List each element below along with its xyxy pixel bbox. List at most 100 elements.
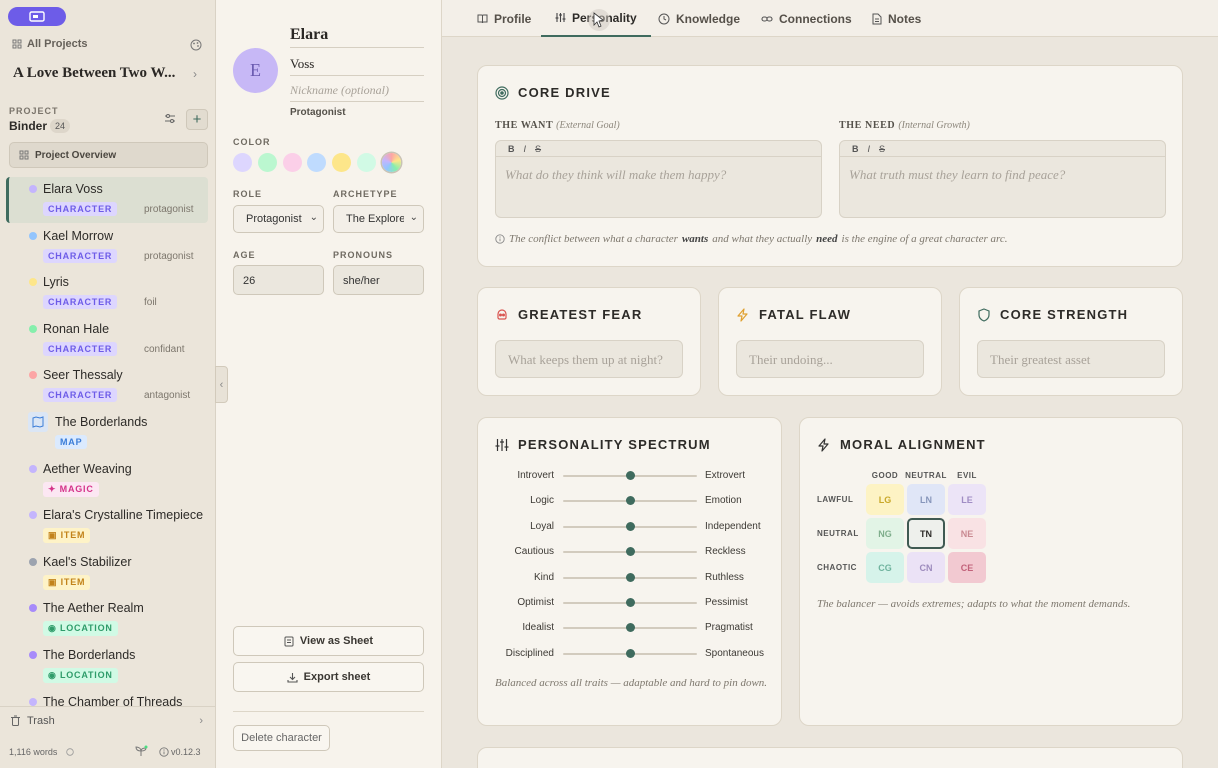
spectrum-thumb[interactable]: [625, 648, 635, 658]
add-item-button[interactable]: +: [186, 109, 208, 130]
app-switch-button[interactable]: [8, 7, 66, 26]
file-icon: [872, 13, 882, 24]
alignment-col-label: GOOD: [871, 471, 899, 480]
tip-text-1: The conflict between what a character: [509, 233, 678, 245]
chevron-right-icon[interactable]: ›: [193, 67, 197, 81]
binder-item[interactable]: Elara's Crystalline Timepiece ▣ ITEM: [6, 503, 208, 549]
nickname-field[interactable]: Nickname (optional): [290, 80, 424, 102]
spectrum-left-label: Introvert: [517, 470, 554, 481]
alignment-cell[interactable]: CN: [907, 552, 945, 583]
want-editor[interactable]: B I S What do they think will make them …: [495, 140, 822, 218]
core-strength-input[interactable]: Their greatest asset: [977, 340, 1165, 378]
alignment-cell[interactable]: CE: [948, 552, 986, 583]
color-swatch[interactable]: [307, 153, 327, 172]
swatch-rainbow[interactable]: [382, 153, 401, 172]
item-color-dot: [29, 231, 37, 240]
binder-item[interactable]: Elara Voss CHARACTER protagonist: [6, 177, 208, 223]
color-swatch[interactable]: [257, 153, 277, 172]
tab-connections[interactable]: Connections: [761, 0, 852, 37]
spectrum-left-label: Idealist: [522, 622, 554, 634]
tab-notes[interactable]: Notes: [872, 0, 921, 37]
filter-icon[interactable]: [164, 113, 176, 125]
bold-button[interactable]: B: [852, 144, 859, 154]
alignment-cell[interactable]: TN: [907, 518, 945, 549]
alignment-cell[interactable]: CG: [866, 552, 904, 583]
collapse-sidebar-handle[interactable]: ‹: [215, 366, 228, 403]
tip-text-3: is the engine of a great character arc.: [841, 233, 1008, 245]
binder-item[interactable]: Ronan Hale CHARACTER confidant: [6, 317, 208, 363]
binder-item[interactable]: Seer Thessaly CHARACTER antagonist: [6, 363, 208, 409]
binder-item[interactable]: Kael Morrow CHARACTER protagonist: [6, 224, 208, 270]
alignment-cell[interactable]: NG: [866, 518, 904, 549]
alignment-grid: GOOD NEUTRAL EVIL LAWFUL LG LN LE NEUTRAL NG TN NE…: [800, 418, 1184, 598]
project-overview-button[interactable]: Project Overview: [9, 142, 208, 168]
greatest-fear-input[interactable]: What keeps them up at night?: [495, 340, 683, 378]
binder-item[interactable]: The Borderlands MAP: [6, 410, 208, 456]
spectrum-thumb[interactable]: [625, 471, 635, 480]
color-swatch[interactable]: [332, 153, 352, 172]
binder-item[interactable]: Lyris CHARACTER foil: [6, 270, 208, 316]
binder-item[interactable]: Kael's Stabilizer ▣ ITEM: [6, 550, 208, 596]
core-drive-title-text: CORE DRIVE: [518, 85, 611, 100]
nickname-placeholder: Nickname (optional): [290, 83, 389, 97]
alignment-cell[interactable]: LN: [907, 484, 945, 515]
delete-character-button[interactable]: Delete character: [233, 725, 330, 751]
tip-need: need: [816, 233, 838, 245]
export-sheet-button[interactable]: Export sheet: [233, 662, 424, 692]
binder-item-name: Ronan Hale: [43, 321, 110, 336]
binder-item[interactable]: The Borderlands ◉ LOCATION: [6, 643, 208, 689]
spectrum-thumb[interactable]: [625, 521, 635, 531]
core-strength-title: CORE STRENGTH: [977, 307, 1128, 322]
character-panel: E Elara Voss Nickname (optional) Protago…: [216, 0, 442, 768]
shield-icon: [978, 307, 990, 322]
tab-knowledge[interactable]: Knowledge: [658, 0, 740, 37]
need-editor[interactable]: B I S What truth must they learn to find…: [839, 140, 1166, 218]
personality-spectrum-title-text: PERSONALITY SPECTRUM: [518, 437, 711, 452]
palette-icon[interactable]: [190, 39, 202, 51]
binder-item-tag: CHARACTER: [43, 341, 118, 356]
binder-item[interactable]: The Aether Realm ◉ LOCATION: [6, 596, 208, 642]
delete-character-label: Delete character: [241, 732, 322, 744]
color-swatch[interactable]: [282, 153, 302, 172]
archetype-select[interactable]: The Explorer ⌄: [333, 205, 424, 233]
project-title[interactable]: A Love Between Two W...: [13, 65, 175, 82]
strike-button[interactable]: S: [879, 144, 885, 154]
binder-item-tag: ▣ ITEM: [43, 528, 91, 544]
trash-icon: [11, 715, 20, 726]
italic-button[interactable]: I: [868, 144, 871, 154]
role-select[interactable]: Protagonist ⌄: [233, 205, 324, 233]
spectrum-thumb[interactable]: [625, 572, 635, 582]
binder-item-name: Elara Voss: [43, 182, 103, 196]
pronouns-input[interactable]: she/her: [333, 265, 424, 295]
spectrum-thumb[interactable]: [625, 598, 635, 607]
core-drive-tip: The conflict between what a character wa…: [495, 233, 1008, 245]
spectrum-thumb[interactable]: [625, 496, 635, 506]
trash-button[interactable]: Trash ›: [0, 706, 215, 734]
alignment-cell[interactable]: NE: [948, 518, 986, 549]
italic-button[interactable]: I: [524, 144, 527, 154]
last-name-field[interactable]: Voss: [290, 54, 424, 76]
spectrum-thumb[interactable]: [625, 623, 635, 633]
spectrum-left-label: Loyal: [530, 520, 554, 532]
all-projects-link[interactable]: All Projects: [12, 38, 88, 50]
bold-button[interactable]: B: [508, 144, 515, 154]
first-name-field[interactable]: Elara: [290, 24, 424, 48]
color-swatch[interactable]: [233, 153, 252, 172]
alignment-cell[interactable]: LG: [866, 484, 904, 515]
core-strength-card: CORE STRENGTH Their greatest asset: [959, 287, 1183, 396]
view-as-sheet-button[interactable]: View as Sheet: [233, 626, 424, 656]
spectrum-row: Loyal Independent: [495, 519, 785, 535]
project-overview-label: Project Overview: [35, 149, 117, 161]
spectrum-thumb[interactable]: [625, 547, 635, 557]
sidebar: All Projects A Love Between Two W... › P…: [0, 0, 216, 768]
fatal-flaw-input[interactable]: Their undoing...: [736, 340, 924, 378]
avatar[interactable]: E: [233, 48, 278, 93]
color-swatch[interactable]: [357, 153, 376, 172]
binder-item[interactable]: Aether Weaving ✦ MAGIC: [6, 457, 208, 503]
strike-button[interactable]: S: [535, 144, 541, 154]
alignment-cell[interactable]: LE: [948, 484, 986, 515]
tab-profile[interactable]: Profile: [477, 0, 531, 37]
sprout-icon[interactable]: [135, 745, 148, 757]
binder-item-tag: CHARACTER: [43, 295, 118, 310]
age-input[interactable]: 26: [233, 265, 324, 295]
